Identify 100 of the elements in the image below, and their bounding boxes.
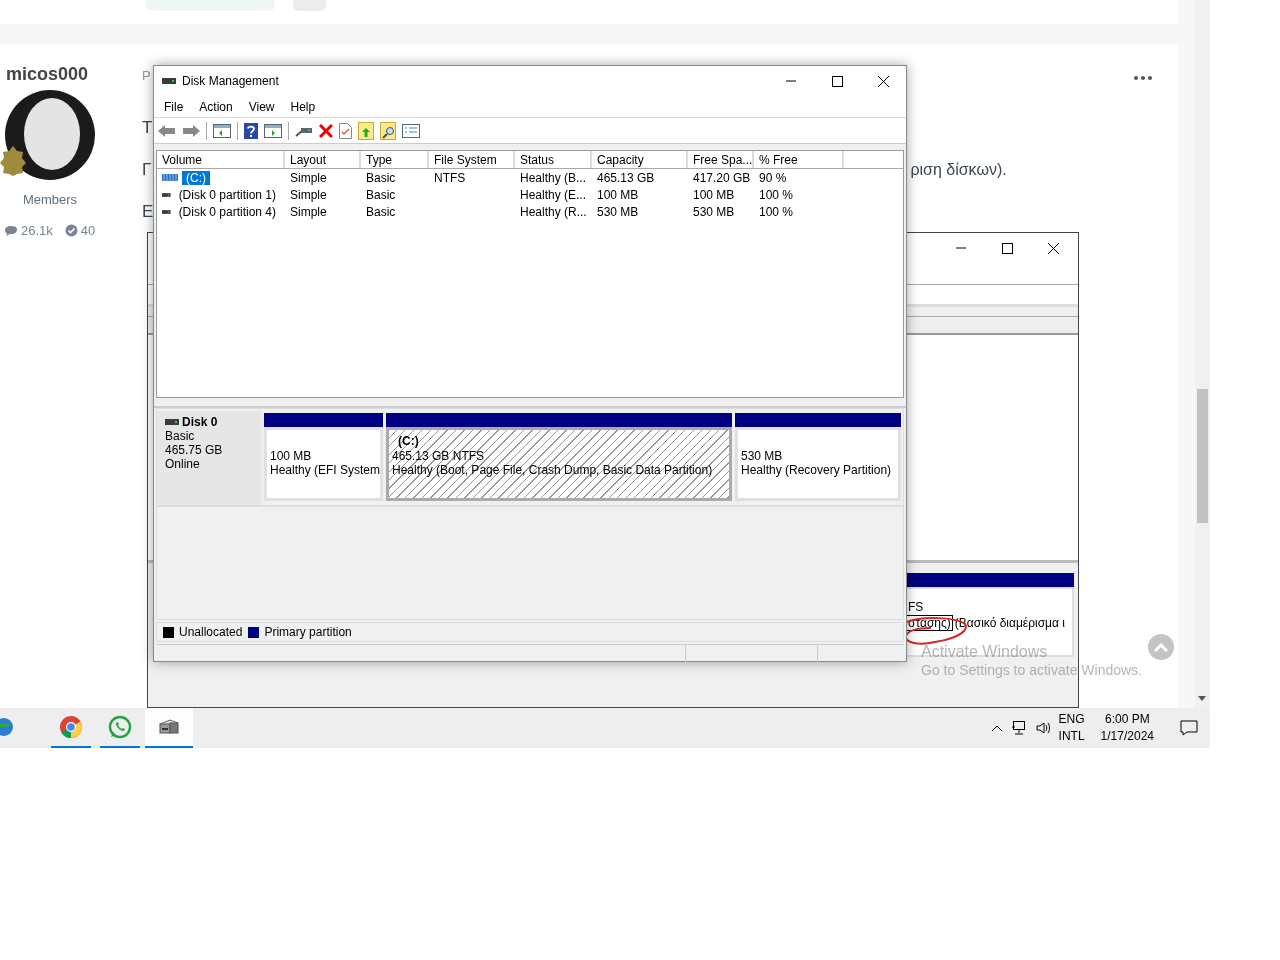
partition-box[interactable]: (C:) 465.13 GB NTFS Healthy (Boot, Page File, Crash Dump, Basic Data Partition) xyxy=(386,427,732,501)
post-text: ριση δίσκων). xyxy=(910,161,1007,179)
partition-text: FS xyxy=(907,599,925,615)
table-cell: 530 MB xyxy=(693,204,735,219)
rank-badge-icon xyxy=(0,146,26,176)
table-cell: 100 MB xyxy=(693,187,735,202)
post-text: Ε xyxy=(142,202,154,222)
legend-label: Unallocated xyxy=(179,625,243,639)
menu-item[interactable]: Action xyxy=(191,97,241,116)
volume-icon[interactable] xyxy=(1034,720,1051,736)
table-cell: Simple xyxy=(290,170,327,185)
clock-time[interactable]: 6:00 PM xyxy=(1104,711,1150,728)
disk-size: 465.75 GB xyxy=(165,443,224,457)
partition-text: Healthy (Boot, Page File, Crash Dump, Basic Data Partition) xyxy=(392,463,714,477)
partition-text: 100 MB xyxy=(270,449,313,463)
scrollbar-thumb[interactable] xyxy=(1197,389,1208,523)
column-header[interactable]: Free Spa... xyxy=(688,151,754,168)
column-header[interactable]: File System xyxy=(429,151,515,168)
column-header[interactable]: Capacity xyxy=(592,151,688,168)
menu-item[interactable]: Help xyxy=(282,97,324,116)
drive-icon xyxy=(162,191,171,198)
table-cell: Healthy (E... xyxy=(520,187,587,202)
username[interactable]: micos000 xyxy=(6,64,89,86)
checklist-icon[interactable] xyxy=(402,123,420,138)
window-title: Disk Management xyxy=(182,74,279,88)
scroll-down-icon[interactable] xyxy=(1198,696,1206,701)
globe-icon xyxy=(0,717,16,737)
column-header[interactable]: Layout xyxy=(285,151,361,168)
notification-icon[interactable] xyxy=(1180,720,1198,736)
column-header[interactable]: Volume xyxy=(157,151,285,168)
help-icon[interactable] xyxy=(244,122,258,139)
panel-icon[interactable] xyxy=(264,123,282,138)
legend-label: Primary partition xyxy=(264,625,352,639)
menu-item[interactable]: View xyxy=(240,97,283,116)
delete-icon[interactable] xyxy=(319,123,333,138)
table-cell: 100 % xyxy=(759,187,794,202)
drive-icon xyxy=(162,78,176,84)
language-indicator[interactable]: ENG INTL xyxy=(1058,711,1085,745)
volume-row[interactable]: (Disk 0 partition 4) Simple Basic Healthy (R... 530 MB 530 MB 100 % xyxy=(157,203,903,220)
column-header[interactable]: Status xyxy=(515,151,592,168)
clock-date[interactable]: 1/17/2024 xyxy=(1100,728,1154,745)
forward-arrow-icon[interactable] xyxy=(182,123,200,138)
striped-drive-icon xyxy=(162,173,178,182)
table-cell: NTFS xyxy=(434,170,466,185)
column-header[interactable]: Type xyxy=(361,151,429,168)
properties-icon[interactable] xyxy=(339,122,352,139)
taskbar-app[interactable] xyxy=(145,708,193,748)
table-cell: (C:) xyxy=(182,170,210,185)
partition-box[interactable]: 100 MB Healthy (EFI System xyxy=(264,427,383,501)
network-icon[interactable] xyxy=(1010,720,1027,736)
table-cell: Healthy (B... xyxy=(520,170,587,185)
disk-label[interactable]: Disk 0 Basic 465.75 GB Online xyxy=(157,411,261,505)
partition-box[interactable]: 530 MB Healthy (Recovery Partition) xyxy=(735,427,901,501)
table-cell: 90 % xyxy=(759,170,787,185)
back-arrow-icon[interactable] xyxy=(158,123,176,138)
post-text: T xyxy=(142,118,153,138)
post-text: Γ xyxy=(142,160,152,180)
chevron-up-icon xyxy=(1154,642,1168,652)
post-count: 26.1k xyxy=(21,223,53,238)
member-group: Members xyxy=(0,192,100,207)
chevron-up-icon[interactable] xyxy=(990,724,1003,732)
table-cell: Simple xyxy=(290,204,327,219)
scrollbar[interactable] xyxy=(1195,0,1210,708)
post-text: P xyxy=(142,67,151,83)
maximize-icon xyxy=(831,75,843,87)
chrome-icon xyxy=(59,715,83,739)
volume-row[interactable]: (C:) Simple Basic NTFS Healthy (B... 465.13 GB 417.20 GB 90 % xyxy=(157,169,903,186)
drive-icon xyxy=(162,208,171,215)
drive-stack-icon xyxy=(158,718,180,736)
check-badge-icon xyxy=(64,224,78,237)
chat-phone-icon xyxy=(108,715,132,739)
table-cell: Healthy (R... xyxy=(520,204,587,219)
speech-bubble-icon xyxy=(4,224,18,237)
partition-name: (C:) xyxy=(398,434,419,448)
close-icon xyxy=(1047,242,1059,254)
table-cell: Basic xyxy=(366,187,396,202)
volume-row[interactable]: (Disk 0 partition 1) Simple Basic Healthy (E... 100 MB 100 MB 100 % xyxy=(157,186,903,203)
partition-text: Healthy (Recovery Partition) xyxy=(741,463,893,477)
table-cell: 417.20 GB xyxy=(693,170,751,185)
panel-icon[interactable] xyxy=(213,123,231,138)
folder-up-icon[interactable] xyxy=(358,121,374,140)
table-cell: 465.13 GB xyxy=(597,170,655,185)
table-cell: 100 MB xyxy=(597,187,639,202)
table-cell: Basic xyxy=(366,204,396,219)
activation-message: Go to Settings to activate Windows. xyxy=(921,662,1142,678)
disk-type: Basic xyxy=(165,429,196,443)
table-cell: Basic xyxy=(366,170,396,185)
more-icon[interactable] xyxy=(1134,76,1152,80)
activation-title: Activate Windows xyxy=(921,643,1048,661)
table-cell: 530 MB xyxy=(597,204,639,219)
folder-search-icon[interactable] xyxy=(380,121,396,140)
close-icon xyxy=(877,75,889,87)
menu-item[interactable]: File xyxy=(156,97,192,116)
table-cell-text: (Disk 0 partition 4) xyxy=(177,204,277,219)
disk-status: Online xyxy=(165,457,201,471)
drive-icon xyxy=(165,419,179,425)
table-cell: Simple xyxy=(290,187,327,202)
column-header[interactable]: % Free xyxy=(754,151,844,168)
partition-text: 530 MB xyxy=(741,449,784,463)
table-cell: 100 % xyxy=(759,204,794,219)
